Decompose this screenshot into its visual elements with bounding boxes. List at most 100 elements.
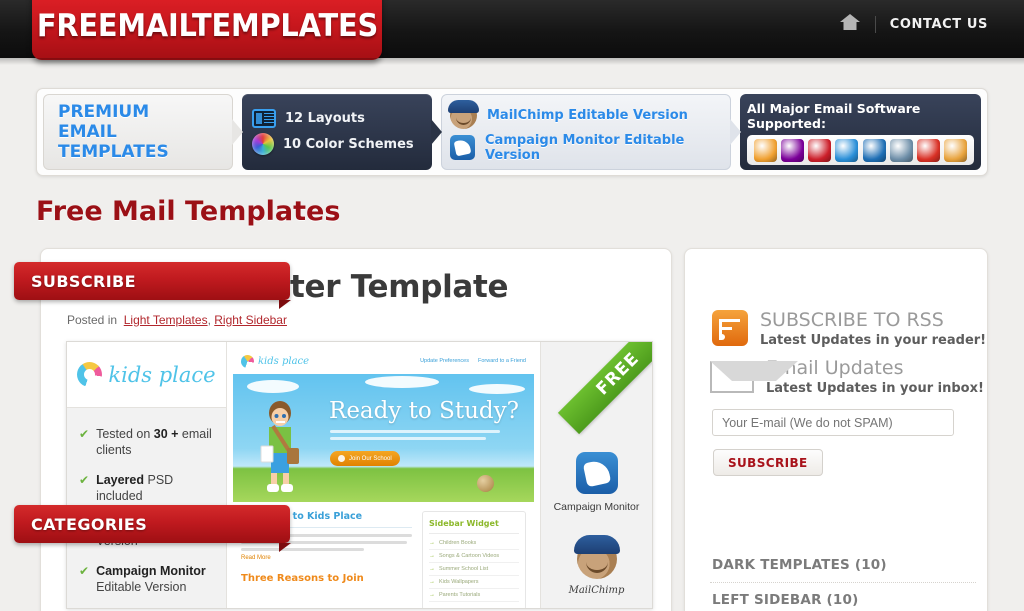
template-header-brand: kids place	[241, 354, 309, 368]
template-sidebar-link[interactable]: → Parents Tutorials	[429, 589, 519, 602]
post-meta: Posted in Light Templates, Right Sidebar	[67, 313, 645, 327]
home-icon[interactable]	[839, 13, 861, 36]
template-sidebar-link-label: Children Books	[439, 540, 477, 546]
feature-item: ✔ Tested on 30 + email clients	[79, 426, 216, 459]
template-sidebar-link[interactable]: → Songs & Cartoon Videos	[429, 550, 519, 563]
hero-title: Ready to Study?	[329, 398, 519, 424]
banner-support-segment: All Major Email Software Supported:	[740, 94, 981, 170]
email-updates-row: Email Updates Latest Updates in your inb…	[710, 358, 984, 396]
cloud-icon-1	[247, 380, 299, 393]
template-sidebar-link[interactable]: → Kids Wallpapers	[429, 576, 519, 589]
color-schemes-label: 10 Color Schemes	[283, 136, 414, 152]
arrow-right-icon: →	[429, 579, 435, 585]
apple-mail-icon	[889, 138, 913, 162]
top-bar-shadow	[0, 58, 1024, 65]
banner-premium-segment: PREMIUM EMAIL TEMPLATES	[43, 94, 233, 170]
mailchimp-large-icon	[573, 535, 620, 579]
layout-icon	[252, 109, 276, 128]
template-sidebar-rule	[429, 533, 519, 534]
check-icon: ✔	[79, 472, 90, 487]
page-title: Free Mail Templates	[36, 196, 341, 227]
free-ribbon: FREE	[557, 342, 652, 435]
campaign-monitor-icon	[450, 135, 475, 160]
outlook-icon	[943, 138, 967, 162]
template-sidebar-link-label: Parents Tutorials	[439, 592, 481, 598]
campaign-monitor-label: Campaign Monitor Editable Version	[485, 132, 685, 163]
rss-title: SUBSCRIBE TO RSS	[760, 309, 944, 331]
rss-icon	[712, 310, 748, 346]
post-category-link-1[interactable]: Light Templates	[124, 313, 208, 327]
email-text-block: Email Updates Latest Updates in your inb…	[766, 358, 984, 396]
subscribe-widget-header: SUBSCRIBE	[14, 262, 291, 309]
categories-widget-header: CATEGORIES	[14, 505, 291, 552]
email-updates-title: Email Updates	[766, 357, 904, 379]
rss-subtitle: Latest Updates in your reader!	[760, 332, 987, 348]
mailchimp-row[interactable]: MailChimp Editable Version	[448, 99, 730, 129]
preview-template-body: kids place Update Preferences Forward to…	[227, 342, 540, 608]
rss-subscribe-row[interactable]: SUBSCRIBE TO RSS Latest Updates in your …	[712, 310, 986, 348]
hero-cta-label: Join Our School	[349, 455, 392, 462]
category-item[interactable]: LEFT SIDEBAR (10)	[710, 583, 976, 611]
preview-left-panel: kids place ✔ Tested on 30 + email clients…	[67, 342, 227, 608]
banner-arrow-2-icon	[431, 119, 442, 145]
feature-label: Layered PSD included	[96, 472, 174, 503]
mailchimp-label: MailChimp Editable Version	[487, 107, 688, 123]
top-navigation: CONTACT US	[839, 13, 988, 36]
feature-item: ✔ Layered PSD included	[79, 472, 216, 505]
template-logo-icon	[241, 354, 254, 368]
thunderbird-icon	[754, 138, 778, 162]
template-sidebar-link[interactable]: → Children Books	[429, 537, 519, 550]
preview-right-panel: FREE Campaign Monitor MailChimp	[540, 342, 652, 608]
subscribe-button[interactable]: SUBSCRIBE	[713, 449, 823, 476]
windows-mail-icon	[835, 138, 859, 162]
template-sidebar-link[interactable]: → Summer School List	[429, 563, 519, 576]
feature-label: Campaign Monitor Editable Version	[96, 563, 206, 594]
template-sidebar-title: Sidebar Widget	[429, 519, 499, 528]
forward-to-friend-link[interactable]: Forward to a Friend	[478, 358, 526, 364]
yahoo-mail-icon	[781, 138, 805, 162]
campaign-monitor-caption: Campaign Monitor	[553, 501, 640, 513]
mailchimp-caption: MailChimp	[568, 585, 625, 596]
banner-arrow-1-icon	[232, 119, 243, 145]
template-hero: Ready to Study? Join Our School	[233, 374, 534, 502]
arrow-right-icon: →	[429, 540, 435, 546]
email-updates-subtitle: Latest Updates in your inbox!	[766, 380, 984, 396]
template-sidebar-link-label: Kids Wallpapers	[439, 579, 479, 585]
template-header-links: Update Preferences Forward to a Friend	[420, 358, 526, 364]
rss-text-block: SUBSCRIBE TO RSS Latest Updates in your …	[760, 310, 986, 348]
update-preferences-link[interactable]: Update Preferences	[420, 358, 469, 364]
nav-divider	[874, 16, 876, 33]
banner-specs-segment: 12 Layouts 10 Color Schemes	[242, 94, 432, 170]
post-category-link-2[interactable]: Right Sidebar	[214, 313, 287, 327]
envelope-icon	[710, 361, 798, 393]
posted-in-label: Posted in	[67, 312, 118, 327]
email-input[interactable]	[712, 409, 954, 436]
support-title: All Major Email Software Supported:	[747, 101, 921, 131]
check-icon: ✔	[79, 563, 90, 578]
category-item[interactable]: DARK TEMPLATES (10)	[710, 548, 976, 583]
campaign-monitor-row[interactable]: Campaign Monitor Editable Version	[450, 133, 730, 163]
cloud-icon-2	[365, 376, 439, 388]
arrow-right-icon: →	[429, 553, 435, 559]
contact-us-link[interactable]: CONTACT US	[890, 17, 988, 32]
layouts-label: 12 Layouts	[285, 111, 365, 126]
kids-place-mark-icon	[77, 362, 103, 387]
support-icon-list	[747, 135, 974, 165]
arrow-right-icon: →	[429, 592, 435, 598]
template-sidebar-link-label: Summer School List	[439, 566, 489, 572]
feature-label: Tested on 30 + email clients	[96, 427, 212, 458]
top-bar: FREEMAILTEMPLATES CONTACT US	[0, 0, 1024, 60]
banner-editable-segment: MailChimp Editable Version Campaign Moni…	[441, 94, 731, 170]
ball-icon	[477, 475, 494, 492]
layouts-row: 12 Layouts	[252, 109, 432, 128]
hero-cta-button[interactable]: Join Our School	[330, 451, 400, 466]
template-read-more-link[interactable]: Read More	[241, 555, 412, 561]
premium-line-1: PREMIUM	[58, 101, 150, 122]
categories-list: DARK TEMPLATES (10) LEFT SIDEBAR (10)	[710, 548, 976, 611]
feature-item: ✔ Campaign Monitor Editable Version	[79, 563, 216, 596]
site-logo-text: FREEMAILTEMPLATES	[36, 8, 378, 44]
premium-line-3: TEMPLATES	[58, 142, 169, 163]
site-logo[interactable]: FREEMAILTEMPLATES	[32, 0, 382, 60]
template-preview[interactable]: kids place ✔ Tested on 30 + email clients…	[66, 341, 653, 609]
template-section-title-2: Three Reasons to Join	[241, 573, 364, 584]
